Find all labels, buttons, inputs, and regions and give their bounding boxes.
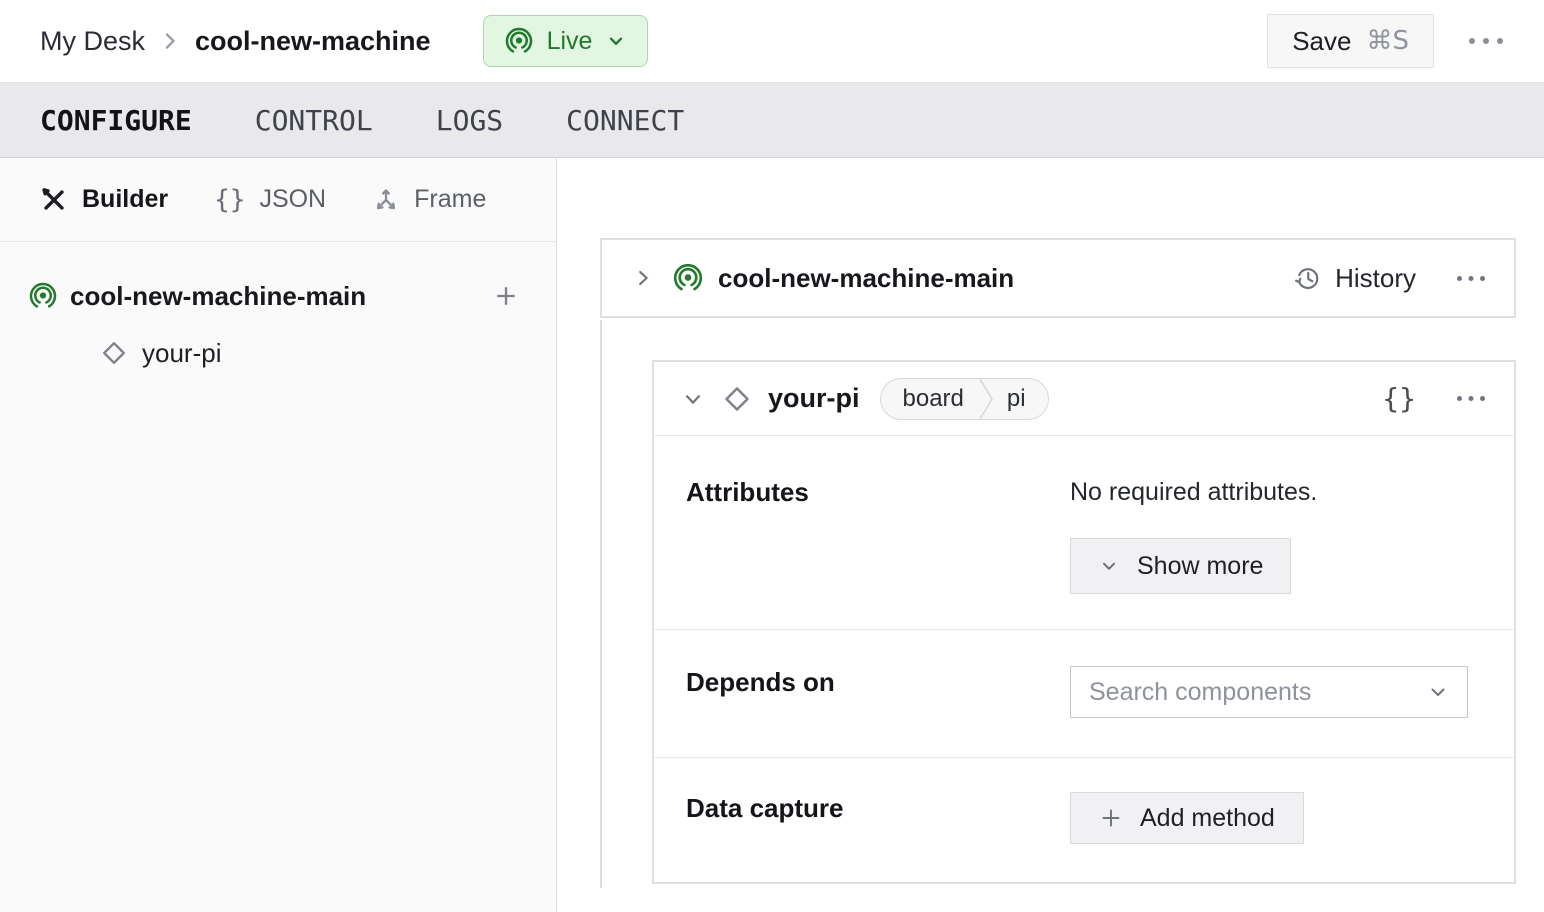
machine-part-card: cool-new-machine-main History — [600, 238, 1516, 318]
mode-frame-label: Frame — [414, 185, 487, 213]
chevron-down-icon — [605, 30, 627, 52]
model-badge-label: pi — [1006, 384, 1026, 412]
mode-frame[interactable]: Frame — [372, 185, 486, 214]
machine-status-label: Live — [546, 26, 593, 55]
chevron-down-icon[interactable] — [1426, 680, 1450, 704]
type-badge-label: board — [902, 384, 964, 412]
mode-builder-label: Builder — [82, 185, 169, 213]
machine-status-button[interactable]: Live — [482, 15, 649, 67]
chevron-down-icon — [1098, 555, 1120, 577]
mode-builder[interactable]: Builder — [40, 185, 168, 214]
depends-on-section: Depends on — [654, 630, 1514, 758]
part-card-menu-button[interactable] — [1456, 269, 1486, 288]
save-shortcut: ⌘S — [1366, 26, 1409, 56]
save-button[interactable]: Save ⌘S — [1267, 14, 1434, 68]
live-broadcast-icon — [672, 262, 704, 294]
attributes-label: Attributes — [686, 477, 809, 507]
history-clock-icon — [1293, 263, 1323, 293]
tree-item-label: cool-new-machine-main — [70, 280, 367, 311]
component-card: your-pi board pi {} Attributes No requir… — [652, 360, 1516, 884]
tree-item-machine-part[interactable]: cool-new-machine-main — [28, 270, 520, 322]
diamond-icon — [100, 339, 128, 367]
tree-item-component[interactable]: your-pi — [28, 330, 520, 376]
data-capture-label: Data capture — [686, 793, 844, 823]
view-mode-switcher: Builder {} JSON Frame — [0, 158, 556, 242]
breadcrumb-machine-name: cool-new-machine — [195, 25, 431, 56]
show-more-button[interactable]: Show more — [1070, 538, 1292, 594]
machine-tab-bar: CONFIGURE CONTROL LOGS CONNECT — [0, 83, 1544, 158]
data-capture-section: Data capture Add method — [654, 758, 1514, 884]
add-component-button[interactable] — [492, 282, 520, 310]
tab-control[interactable]: CONTROL — [255, 104, 373, 137]
depends-on-combobox[interactable] — [1070, 666, 1468, 718]
depends-on-label: Depends on — [686, 667, 835, 697]
breadcrumb: My Desk cool-new-machine — [40, 26, 431, 57]
history-button[interactable]: History — [1293, 263, 1416, 294]
component-card-header: your-pi board pi {} — [654, 362, 1514, 436]
component-type-badge: board pi — [879, 377, 1049, 420]
attributes-section: Attributes No required attributes. Show … — [654, 436, 1514, 630]
top-bar: My Desk cool-new-machine Live Save ⌘S — [0, 0, 1544, 83]
badge-divider-chevron — [978, 378, 995, 419]
tab-logs[interactable]: LOGS — [436, 104, 503, 137]
save-label: Save — [1292, 25, 1352, 56]
part-card-title: cool-new-machine-main — [718, 262, 1015, 293]
breadcrumb-chevron-icon — [161, 28, 179, 54]
plus-icon — [1099, 806, 1123, 830]
collapse-chevron-icon[interactable] — [682, 388, 704, 410]
config-sidebar: Builder {} JSON Frame cool-new-machine-m… — [0, 158, 557, 912]
history-label: History — [1335, 262, 1416, 293]
mode-json-label: JSON — [259, 185, 327, 213]
component-title: your-pi — [768, 383, 860, 413]
search-components-input[interactable] — [1089, 677, 1426, 707]
tree-indent-line — [600, 320, 602, 888]
breadcrumb-parent-link[interactable]: My Desk — [40, 26, 145, 57]
expand-chevron-icon[interactable] — [632, 267, 654, 289]
add-method-button[interactable]: Add method — [1070, 792, 1304, 844]
live-broadcast-icon — [504, 26, 534, 56]
attributes-empty-text: No required attributes. — [1070, 478, 1318, 506]
show-more-label: Show more — [1137, 551, 1264, 580]
component-card-menu-button[interactable] — [1456, 389, 1486, 408]
machine-tree: cool-new-machine-main your-pi — [0, 242, 556, 376]
diamond-icon — [722, 384, 752, 414]
tab-configure[interactable]: CONFIGURE — [40, 104, 192, 137]
more-options-button[interactable] — [1466, 31, 1506, 51]
view-json-button[interactable]: {} — [1382, 382, 1416, 415]
braces-icon: {} — [214, 184, 246, 215]
tab-connect[interactable]: CONNECT — [566, 104, 684, 137]
frame-axes-icon — [372, 186, 400, 214]
tools-icon — [40, 186, 68, 214]
live-broadcast-icon — [28, 281, 58, 311]
tree-item-label: your-pi — [142, 337, 222, 368]
add-method-label: Add method — [1140, 803, 1275, 832]
mode-json[interactable]: {} JSON — [214, 185, 326, 215]
